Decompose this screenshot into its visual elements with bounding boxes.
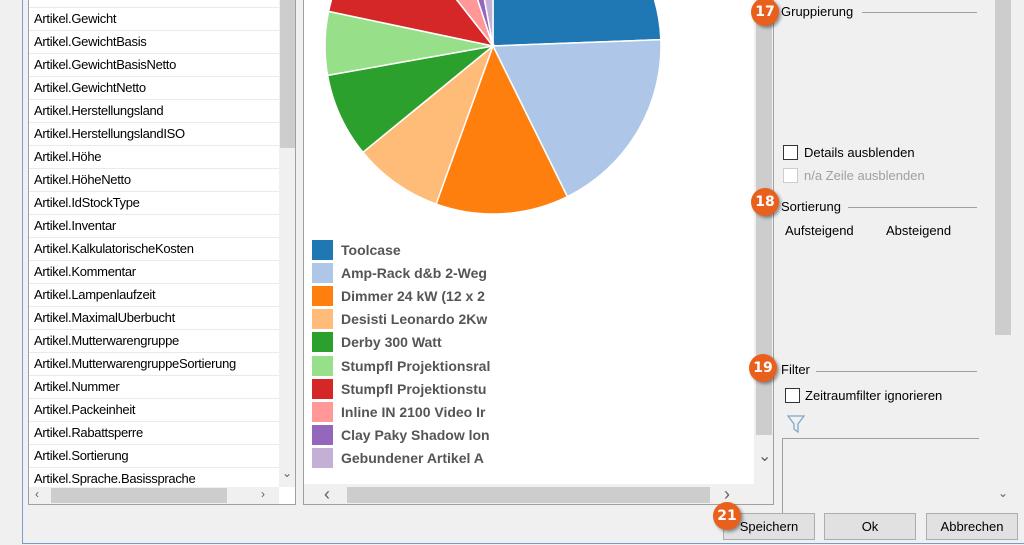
legend-label: Stumpfl Projektionstu — [341, 380, 487, 397]
legend-item: Stumpfl Projektionstu — [312, 378, 494, 399]
legend-item: Dimmer 24 kW (12 x 2 — [312, 286, 494, 307]
filter-icon[interactable] — [787, 414, 805, 434]
list-horizontal-scrollbar[interactable]: ‹ › — [29, 487, 279, 504]
list-item[interactable]: Artikel.KalkulatorischeKosten — [29, 238, 279, 261]
sorting-label: Sortierung — [781, 199, 841, 214]
chevron-down-icon[interactable]: ⌄ — [758, 446, 771, 466]
chevron-down-icon[interactable]: ⌄ — [998, 486, 1008, 500]
filter-label: Filter — [781, 362, 810, 377]
grouping-label: Gruppierung — [781, 4, 854, 19]
step-badge-21: 21 — [713, 502, 741, 530]
divider — [848, 207, 977, 208]
legend-swatch — [312, 263, 333, 284]
legend-item: Toolcase — [312, 240, 494, 260]
step-badge-18: 18 — [751, 188, 779, 216]
chart-vertical-scrollbar[interactable]: ⌄ — [755, 0, 773, 484]
list-item[interactable]: Artikel.MaximalUberbucht — [29, 307, 279, 330]
legend-swatch — [312, 332, 333, 353]
list-item[interactable]: Artikel.HerstellungslandISO — [29, 123, 279, 146]
chevron-down-icon[interactable]: ⌄ — [282, 466, 292, 480]
chart-panel: Toolcase Amp-Rack d&b 2-Weg Dimmer 24 kW (… — [303, 0, 774, 505]
filter-box[interactable] — [782, 438, 979, 518]
legend-swatch — [312, 401, 333, 422]
list-item[interactable]: Artikel.MutterwarengruppeSortierung — [29, 353, 279, 376]
hide-na-checkbox — [783, 168, 798, 183]
legend-label: Dimmer 24 kW (12 x 2 — [341, 288, 485, 305]
chart-area: Toolcase Amp-Rack d&b 2-Weg Dimmer 24 kW (… — [304, 0, 754, 484]
list-item[interactable]: Artikel.GewichtBasis — [29, 31, 279, 54]
chevron-left-icon[interactable]: ‹ — [324, 484, 330, 505]
list-item[interactable]: Artikel.Lampenlaufzeit — [29, 284, 279, 307]
list-item[interactable]: Artikel.Inventar — [29, 215, 279, 238]
legend-item: Clay Paky Shadow lon — [312, 424, 494, 445]
legend-label: Inline IN 2100 Video Ir — [341, 403, 486, 420]
list-item[interactable]: Artikel.Nummer — [29, 376, 279, 399]
legend-label: Amp-Rack d&b 2-Weg — [341, 265, 487, 282]
legend-swatch — [312, 240, 333, 260]
list-vertical-scrollbar[interactable]: ⌄ — [279, 0, 295, 487]
list-item[interactable]: Artikel.Höhe — [29, 146, 279, 169]
legend-item: Stumpfl Projektionsral — [312, 355, 494, 376]
list-item[interactable]: Artikel.Rabattsperre — [29, 422, 279, 445]
step-badge-19: 19 — [749, 354, 777, 382]
list-item[interactable] — [29, 0, 279, 8]
hide-details-checkbox[interactable] — [783, 145, 798, 160]
pie-chart — [324, 0, 662, 215]
list-item[interactable]: Artikel.GewichtNetto — [29, 77, 279, 100]
list-item[interactable]: Artikel.Mutterwarengruppe — [29, 330, 279, 353]
chart-horizontal-scrollbar[interactable]: ‹ › — [304, 484, 755, 505]
list-item[interactable]: Artikel.Kommentar — [29, 261, 279, 284]
legend-item: Gebundener Artikel A — [312, 447, 494, 468]
legend-item: Derby 300 Watt — [312, 332, 494, 353]
list-item[interactable]: Artikel.Herstellungsland — [29, 100, 279, 123]
legend-swatch — [312, 355, 333, 376]
list-item[interactable]: Artikel.Gewicht — [29, 8, 279, 31]
pie-slice — [492, 0, 662, 47]
right-vertical-scrollbar[interactable]: ⌄ — [994, 0, 1012, 510]
legend-swatch — [312, 378, 333, 399]
legend-label: Stumpfl Projektionsral — [341, 357, 491, 374]
legend-item: Desisti Leonardo 2Kw — [312, 309, 494, 330]
hide-na-label: n/a Zeile ausblenden — [804, 168, 925, 183]
scroll-thumb[interactable] — [347, 487, 710, 503]
divider — [816, 371, 977, 372]
descending-option[interactable]: Absteigend — [886, 223, 951, 238]
chevron-right-icon[interactable]: › — [261, 487, 265, 501]
cancel-button[interactable]: Abbrechen — [926, 513, 1018, 540]
scroll-thumb[interactable] — [51, 488, 227, 503]
hide-details-label: Details ausblenden — [804, 145, 915, 160]
legend-label: Clay Paky Shadow lon — [341, 426, 490, 443]
list-item[interactable]: Artikel.IdStockType — [29, 192, 279, 215]
legend-item: Amp-Rack d&b 2-Weg — [312, 263, 494, 284]
legend-label: Desisti Leonardo 2Kw — [341, 311, 488, 328]
list-item[interactable]: Artikel.Packeinheit — [29, 399, 279, 422]
legend-swatch — [312, 447, 333, 468]
ignore-period-checkbox[interactable] — [785, 388, 800, 403]
scroll-thumb[interactable] — [280, 0, 295, 148]
list-item[interactable]: Artikel.GewichtBasisNetto — [29, 54, 279, 77]
legend-label: Gebundener Artikel A — [341, 449, 484, 466]
field-list: Artikel.Gewicht Artikel.GewichtBasis Artik… — [28, 0, 296, 505]
ascending-option[interactable]: Aufsteigend — [785, 223, 854, 238]
divider — [862, 12, 977, 13]
legend-swatch — [312, 309, 333, 330]
legend-label: Derby 300 Watt — [341, 334, 442, 351]
chevron-left-icon[interactable]: ‹ — [35, 487, 39, 501]
legend-item: Inline IN 2100 Video Ir — [312, 401, 494, 422]
list-item[interactable]: Artikel.HöheNetto — [29, 169, 279, 192]
list-item[interactable]: Artikel.Sortierung — [29, 445, 279, 468]
ok-button[interactable]: Ok — [824, 513, 916, 540]
legend-swatch — [312, 286, 333, 307]
legend-label: Toolcase — [341, 242, 401, 258]
legend-swatch — [312, 424, 333, 445]
ignore-period-label: Zeitraumfilter ignorieren — [805, 388, 943, 403]
scroll-thumb[interactable] — [995, 0, 1011, 335]
